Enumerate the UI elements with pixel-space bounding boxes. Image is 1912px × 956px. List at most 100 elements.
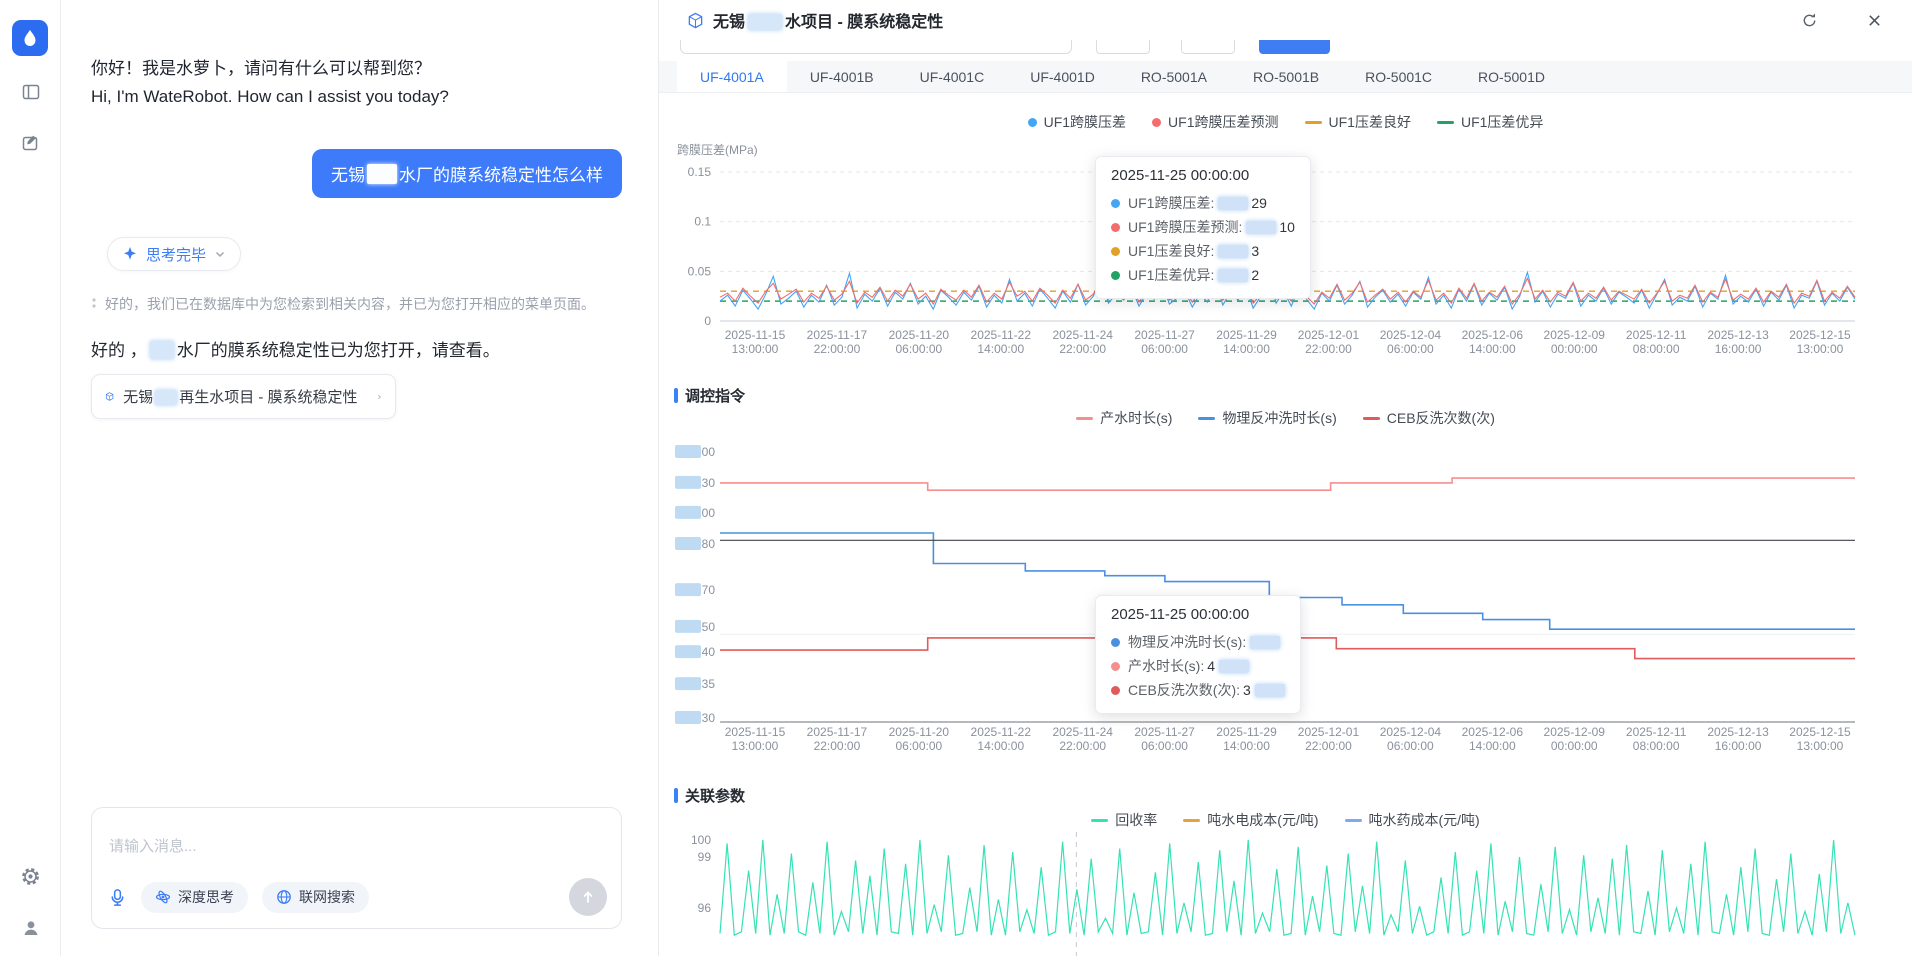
redaction-blur [675,476,701,489]
redaction-blur [675,645,701,658]
chart2-tooltip: 2025-11-25 00:00:00物理反冲洗时长(s):产水时长(s):4C… [1095,595,1301,714]
thinking-status-pill[interactable]: 思考完毕 [107,237,241,271]
app-logo[interactable] [12,20,48,56]
x-tick-label: 2025-11-17 [807,725,868,739]
redaction-blur [155,390,177,405]
chart1-tooltip: 2025-11-25 00:00:00UF1跨膜压差:29UF1跨膜压差预测:1… [1095,156,1311,299]
legend-label: CEB反洗次数(次) [1387,408,1495,428]
tab-UF-4001D[interactable]: UF-4001D [1007,61,1118,92]
legend-item-物理反冲洗时长(s)[interactable]: 物理反冲洗时长(s) [1198,408,1336,428]
x-tick-label: 2025-11-22 [971,725,1032,739]
web-search-button[interactable]: 联网搜索 [262,882,369,913]
deep-think-label: 深度思考 [178,887,234,907]
refresh-icon[interactable] [1801,12,1818,29]
redaction-blur [150,341,174,359]
legend-marker [1305,121,1322,124]
redaction-blur [1218,197,1248,210]
x-tick-label: 2025-11-27 [1134,328,1195,342]
redaction-blur [675,583,701,596]
detail-panel: 无锡水项目 - 膜系统稳定性 UF-4001AUF-4001BUF-4001CU… [658,0,1912,956]
legend-item-回收率[interactable]: 回收率 [1091,810,1157,830]
x-tick-label: 06:00:00 [1387,342,1434,356]
y-tick-label: 0 [704,314,711,328]
microphone-icon[interactable] [108,888,127,907]
system-note-text: 好的，我们已在数据库中为您检索到相关内容，并已为您打开相应的菜单页面。 [105,294,595,314]
x-tick-label: 2025-12-15 [1789,328,1851,342]
legend-marker [1091,819,1108,822]
greeting-en: Hi, I'm WateRobot. How can I assist you … [91,87,449,106]
y-tick-label: 0.15 [688,165,712,179]
x-tick-label: 2025-12-06 [1462,725,1524,739]
message-input[interactable]: 请输入消息... [109,835,197,856]
x-tick-label: 2025-12-01 [1298,725,1360,739]
deep-think-button[interactable]: 深度思考 [141,882,248,913]
series-dot-icon [1111,223,1120,232]
x-tick-label: 06:00:00 [1387,739,1434,753]
history-panel-icon[interactable] [0,82,61,102]
x-tick-label: 06:00:00 [1141,739,1188,753]
redaction-blur [1255,684,1285,697]
series-产水时长(s) [720,478,1855,490]
legend-item-UF1压差优异[interactable]: UF1压差优异 [1437,112,1543,132]
x-tick-label: 08:00:00 [1633,739,1680,753]
tab-UF-4001A[interactable]: UF-4001A [677,61,787,92]
redaction-blur [1218,245,1248,258]
tooltip-row: UF1压差良好:3 [1111,239,1295,263]
tab-RO-5001C[interactable]: RO-5001C [1342,61,1455,92]
legend-item-产水时长(s)[interactable]: 产水时长(s) [1076,408,1172,428]
unit-tab-bar: UF-4001AUF-4001BUF-4001CUF-4001DRO-5001A… [659,61,1912,93]
tooltip-label: UF1压差优异: [1128,263,1214,287]
legend-label: 回收率 [1115,810,1157,830]
atom-icon [155,889,171,905]
send-button[interactable] [569,878,607,916]
x-tick-label: 22:00:00 [814,342,861,356]
legend-item-CEB反洗次数(次)[interactable]: CEB反洗次数(次) [1363,408,1495,428]
x-tick-label: 2025-11-22 [971,328,1032,342]
x-tick-label: 22:00:00 [1059,739,1106,753]
legend-marker [1363,417,1380,420]
redaction-blur [675,711,701,724]
settings-gear-icon[interactable] [0,866,61,887]
y-tick-label: 0.05 [688,264,712,278]
answer-prefix: 好的 ， [91,341,147,360]
tab-RO-5001D[interactable]: RO-5001D [1455,61,1568,92]
legend-item-吨水药成本(元/吨)[interactable]: 吨水药成本(元/吨) [1345,810,1480,830]
legend-item-吨水电成本(元/吨)[interactable]: 吨水电成本(元/吨) [1183,810,1318,830]
series-dot-icon [1111,686,1120,695]
tab-RO-5001B[interactable]: RO-5001B [1230,61,1342,92]
x-tick-label: 2025-12-11 [1626,725,1687,739]
tab-UF-4001C[interactable]: UF-4001C [897,61,1008,92]
x-tick-label: 14:00:00 [1223,739,1270,753]
redaction-blur [675,620,701,633]
redaction-blur [1250,636,1280,649]
chart-related-params[interactable]: 1009996 [659,832,1912,956]
x-tick-label: 2025-12-15 [1789,725,1851,739]
x-tick-label: 2025-11-17 [807,328,868,342]
user-message-bubble: 无锡水厂的膜系统稳定性怎么样 [312,149,622,198]
x-tick-label: 13:00:00 [1797,739,1844,753]
globe-icon [276,889,292,905]
y-tick-label: 30 [702,711,716,725]
composer-toolbar: 深度思考 联网搜索 [108,878,607,916]
tab-RO-5001A[interactable]: RO-5001A [1118,61,1230,92]
x-tick-label: 08:00:00 [1633,342,1680,356]
report-link-text: 无锡再生水项目 - 膜系统稳定性 [123,386,357,407]
legend-item-UF1跨膜压差预测[interactable]: UF1跨膜压差预测 [1152,112,1278,132]
series-dot-icon [1111,199,1120,208]
thinking-status-label: 思考完毕 [146,244,206,265]
x-tick-label: 16:00:00 [1715,739,1762,753]
tab-UF-4001B[interactable]: UF-4001B [787,61,897,92]
x-tick-label: 22:00:00 [1059,342,1106,356]
report-link-card[interactable]: 无锡再生水项目 - 膜系统稳定性 [91,374,396,419]
section-related-params: 关联参数 [674,785,745,806]
x-tick-label: 2025-11-27 [1134,725,1195,739]
user-avatar[interactable] [0,918,61,938]
y-axis-title: 跨膜压差(MPa) [677,141,758,158]
legend-label: 产水时长(s) [1100,408,1172,428]
close-icon[interactable] [1867,13,1882,28]
new-chat-icon[interactable] [0,133,61,153]
x-tick-label: 14:00:00 [1469,739,1516,753]
legend-item-UF1跨膜压差[interactable]: UF1跨膜压差 [1028,112,1126,132]
series-dot-icon [1111,271,1120,280]
legend-item-UF1压差良好[interactable]: UF1压差良好 [1305,112,1411,132]
